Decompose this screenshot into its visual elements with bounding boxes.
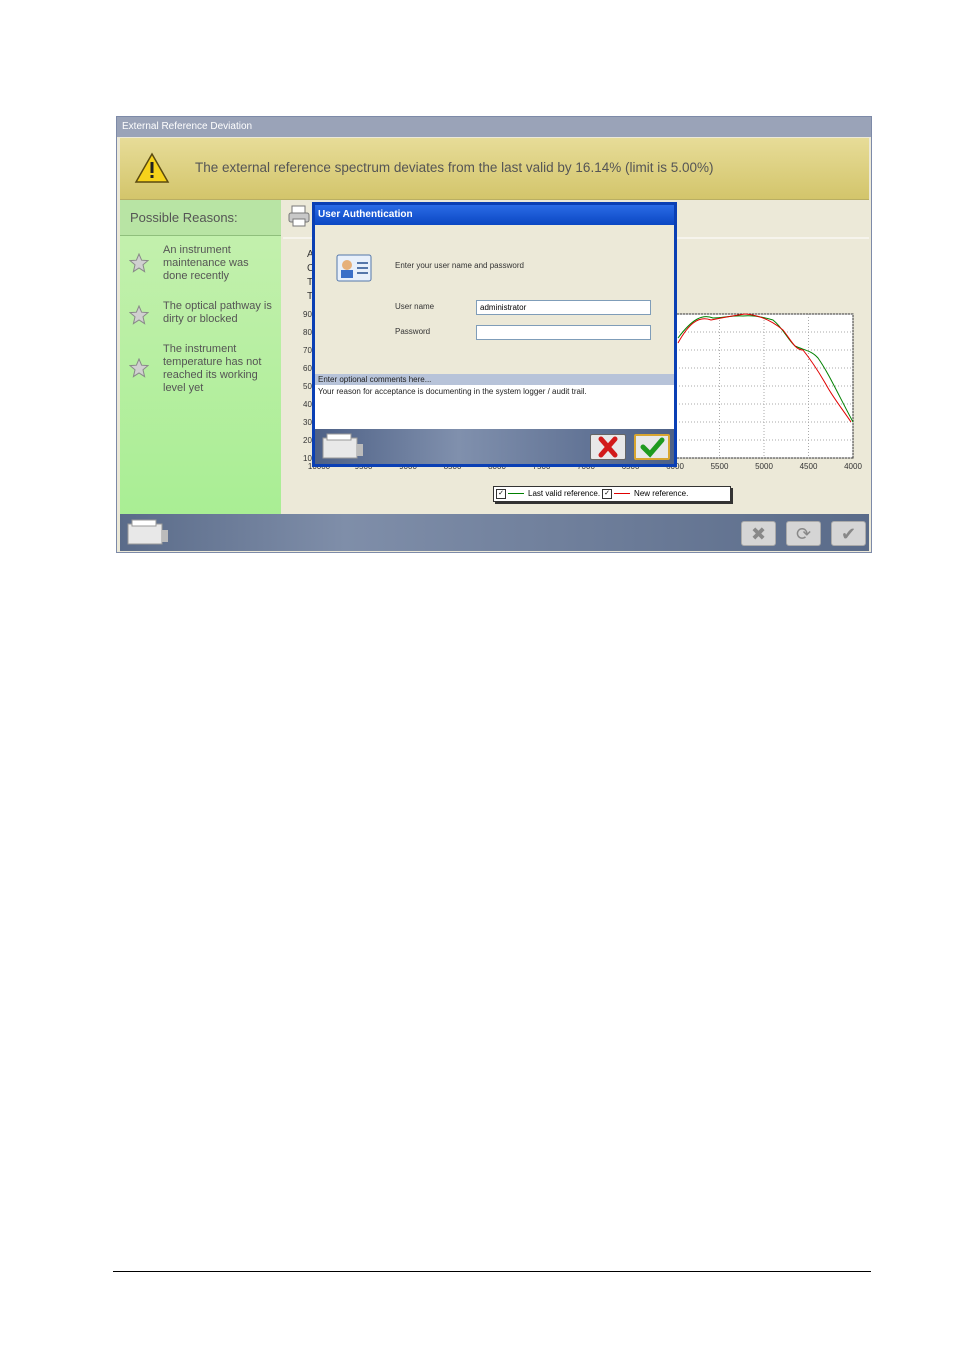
x-tick-label: 4000 [844,462,862,471]
legend-label: New reference. [634,489,689,498]
star-icon [129,305,149,325]
password-field[interactable] [476,325,651,340]
dialog-prompt: Enter your user name and password [395,261,524,270]
reason-text: An instrument maintenance was done recen… [163,244,249,282]
refresh-button[interactable]: ⟳ [786,521,821,546]
legend-checkbox[interactable]: ✓ [496,488,506,499]
comments-header: Enter optional comments here... [315,374,674,385]
legend-checkbox[interactable]: ✓ [602,488,613,499]
check-icon [640,437,665,458]
cancel-button[interactable]: ✖ [741,521,776,546]
refresh-icon: ⟳ [795,524,812,544]
dialog-footer [315,429,674,464]
legend-swatch [508,493,524,495]
username-label: User name [395,302,435,311]
legend-swatch [614,493,631,495]
possible-reasons-panel: Possible Reasons: An instrument maintena… [120,200,281,514]
password-label: Password [395,327,431,336]
x-tick-label: 4500 [800,462,818,471]
instrument-icon [322,433,363,459]
user-authentication-dialog: User Authentication Enter your user name… [312,202,677,467]
plot-legend: ✓ Last valid reference. ✓ New reference. [493,486,731,502]
user-card-icon [336,254,372,282]
warning-icon [134,152,170,183]
dialog-ok-button[interactable] [634,434,670,460]
printer-icon[interactable] [287,204,311,228]
comments-field[interactable]: Your reason for acceptance is documentin… [315,385,674,429]
star-icon [129,253,149,273]
warning-message: The external reference spectrum deviates… [195,160,714,175]
window-footer: ✖ ⟳ ✔ [120,514,869,551]
page-footer-rule [113,1271,871,1272]
cancel-x-icon: ✖ [750,524,767,544]
star-icon [129,358,149,378]
check-icon: ✔ [840,524,857,544]
accept-button[interactable]: ✔ [831,521,866,546]
reasons-heading: Possible Reasons: [120,200,281,236]
cancel-x-icon [598,436,618,458]
window-title: External Reference Deviation [117,117,871,137]
x-tick-label: 5000 [755,462,773,471]
username-field[interactable]: administrator [476,300,651,315]
x-tick-label: 5500 [711,462,729,471]
dialog-title: User Authentication [315,205,674,225]
instrument-icon [127,519,168,545]
reason-text: The instrument temperature has not reach… [163,343,262,394]
dialog-cancel-button[interactable] [590,434,626,460]
reason-text: The optical pathway is dirty or blocked [163,300,272,325]
warning-bar: The external reference spectrum deviates… [120,138,869,200]
legend-label: Last valid reference. [528,489,601,498]
